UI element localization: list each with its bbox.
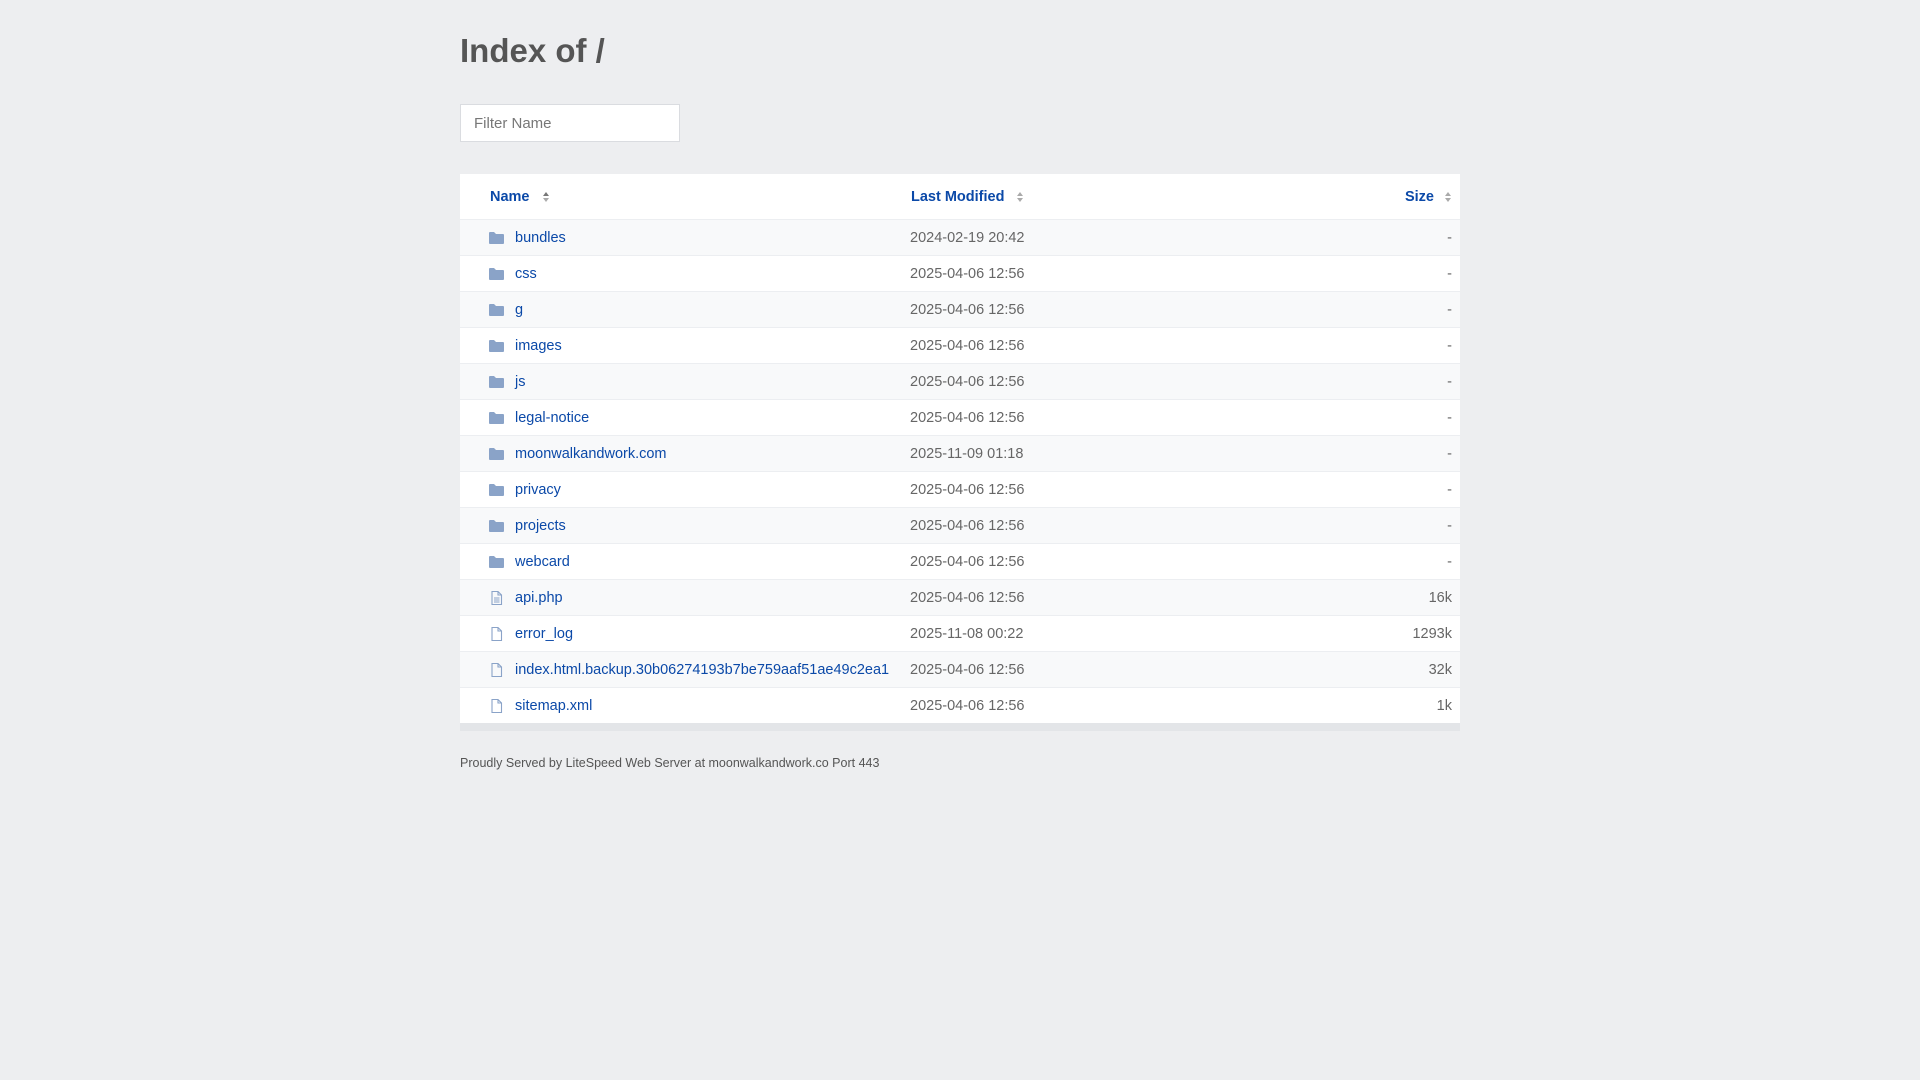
table-row: projects 2025-04-06 12:56 - — [460, 507, 1460, 543]
size-cell: - — [1447, 229, 1452, 246]
filter-name-input[interactable] — [460, 104, 680, 142]
modified-cell: 2025-11-09 01:18 — [910, 445, 1024, 462]
name-cell: js — [460, 374, 910, 390]
folder-icon — [489, 339, 504, 352]
size-cell: - — [1447, 265, 1452, 282]
text-file-icon — [491, 590, 503, 605]
file-link[interactable]: bundles — [515, 230, 566, 246]
sort-icon — [1017, 191, 1024, 202]
file-link[interactable]: js — [515, 374, 525, 390]
modified-cell: 2024-02-19 20:42 — [910, 229, 1025, 246]
file-link[interactable]: projects — [515, 518, 566, 534]
file-link[interactable]: images — [515, 338, 562, 354]
modified-cell: 2025-04-06 12:56 — [910, 481, 1025, 498]
folder-icon — [489, 519, 504, 532]
file-link[interactable]: css — [515, 266, 537, 282]
table-row: g 2025-04-06 12:56 - — [460, 291, 1460, 327]
file-link[interactable]: legal-notice — [515, 410, 589, 426]
sort-by-name[interactable]: Name — [490, 189, 550, 205]
folder-icon — [489, 483, 504, 496]
name-cell: sitemap.xml — [460, 698, 910, 714]
size-header-label: Size — [1404, 188, 1434, 205]
table-row: sitemap.xml 2025-04-06 12:56 1k — [460, 687, 1460, 723]
table-row: privacy 2025-04-06 12:56 - — [460, 471, 1460, 507]
size-cell: 1293k — [1412, 625, 1452, 642]
file-icon — [491, 662, 503, 677]
modified-cell: 2025-04-06 12:56 — [910, 301, 1025, 318]
table-row: api.php 2025-04-06 12:56 16k — [460, 579, 1460, 615]
size-cell: 32k — [1428, 661, 1452, 678]
name-cell: css — [460, 266, 910, 282]
name-cell: moonwalkandwork.com — [460, 446, 910, 462]
folder-icon — [489, 447, 504, 460]
size-cell: - — [1447, 445, 1452, 462]
file-table: Name Last Modified Size bundles 2024-02-1… — [460, 174, 1460, 723]
name-cell: images — [460, 338, 910, 354]
table-row: moonwalkandwork.com 2025-11-09 01:18 - — [460, 435, 1460, 471]
table-row: bundles 2024-02-19 20:42 - — [460, 219, 1460, 255]
name-cell: api.php — [460, 590, 910, 606]
modified-cell: 2025-04-06 12:56 — [910, 661, 1025, 678]
table-row: legal-notice 2025-04-06 12:56 - — [460, 399, 1460, 435]
sort-icon — [1445, 191, 1451, 202]
file-link[interactable]: api.php — [515, 590, 563, 606]
file-link[interactable]: index.html.backup.30b06274193b7be759aaf5… — [515, 662, 889, 678]
table-row: css 2025-04-06 12:56 - — [460, 255, 1460, 291]
name-cell: webcard — [460, 554, 910, 570]
table-row: images 2025-04-06 12:56 - — [460, 327, 1460, 363]
sort-by-modified[interactable]: Last Modified — [911, 189, 1024, 205]
folder-icon — [489, 267, 504, 280]
name-cell: index.html.backup.30b06274193b7be759aaf5… — [460, 662, 910, 678]
folder-icon — [489, 411, 504, 424]
size-cell: - — [1447, 553, 1452, 570]
name-cell: legal-notice — [460, 410, 910, 426]
folder-icon — [489, 303, 504, 316]
name-cell: g — [460, 302, 910, 318]
folder-icon — [489, 231, 504, 244]
name-cell: bundles — [460, 230, 910, 246]
size-cell: - — [1447, 337, 1452, 354]
name-header-label: Name — [490, 188, 530, 205]
file-icon — [491, 626, 503, 641]
modified-cell: 2025-04-06 12:56 — [910, 553, 1025, 570]
name-cell: error_log — [460, 626, 910, 642]
file-link[interactable]: sitemap.xml — [515, 698, 592, 714]
modified-cell: 2025-11-08 00:22 — [910, 625, 1024, 642]
name-cell: privacy — [460, 482, 910, 498]
table-row: webcard 2025-04-06 12:56 - — [460, 543, 1460, 579]
size-cell: - — [1447, 301, 1452, 318]
size-cell: 16k — [1428, 589, 1452, 606]
file-link[interactable]: error_log — [515, 626, 573, 642]
folder-icon — [489, 555, 504, 568]
size-cell: - — [1447, 409, 1452, 426]
size-cell: 1k — [1436, 697, 1452, 714]
file-link[interactable]: moonwalkandwork.com — [515, 446, 667, 462]
file-link[interactable]: privacy — [515, 482, 561, 498]
file-link[interactable]: g — [515, 302, 523, 318]
file-icon — [491, 698, 503, 713]
folder-icon — [489, 375, 504, 388]
file-link[interactable]: webcard — [515, 554, 570, 570]
table-header: Name Last Modified Size — [460, 174, 1460, 219]
sort-icon — [542, 191, 549, 202]
page-title: Index of / — [460, 32, 605, 69]
modified-cell: 2025-04-06 12:56 — [910, 517, 1025, 534]
name-cell: projects — [460, 518, 910, 534]
size-cell: - — [1447, 517, 1452, 534]
sort-by-size[interactable]: Size — [1405, 189, 1452, 205]
server-footer: Proudly Served by LiteSpeed Web Server a… — [460, 756, 880, 770]
modified-cell: 2025-04-06 12:56 — [910, 589, 1025, 606]
modified-cell: 2025-04-06 12:56 — [910, 409, 1025, 426]
size-cell: - — [1447, 373, 1452, 390]
size-cell: - — [1447, 481, 1452, 498]
table-row: index.html.backup.30b06274193b7be759aaf5… — [460, 651, 1460, 687]
table-row: error_log 2025-11-08 00:22 1293k — [460, 615, 1460, 651]
modified-cell: 2025-04-06 12:56 — [910, 265, 1025, 282]
table-row: js 2025-04-06 12:56 - — [460, 363, 1460, 399]
modified-cell: 2025-04-06 12:56 — [910, 337, 1025, 354]
modified-header-label: Last Modified — [911, 188, 1005, 205]
modified-cell: 2025-04-06 12:56 — [910, 373, 1025, 390]
modified-cell: 2025-04-06 12:56 — [910, 697, 1025, 714]
